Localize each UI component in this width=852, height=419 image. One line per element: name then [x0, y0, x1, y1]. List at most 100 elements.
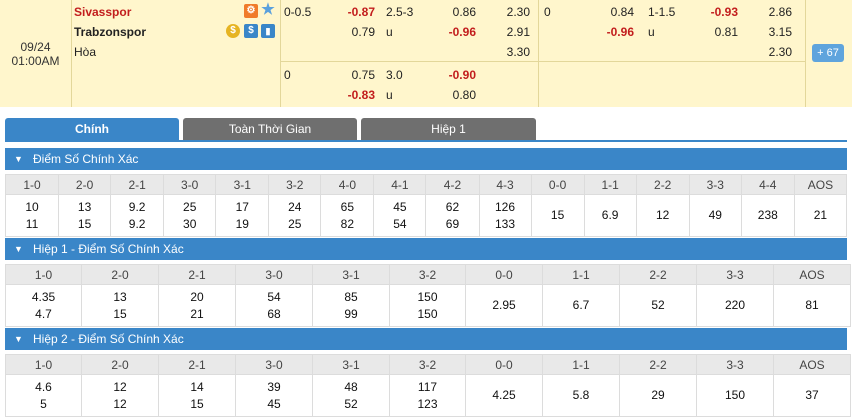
score-odds-cell: 15 [530, 194, 585, 237]
away-team-name[interactable]: Trabzonspor [74, 25, 146, 39]
score-odds[interactable]: 15 [532, 207, 584, 224]
score-odds-cell: 126 133 [478, 194, 532, 237]
under-odds-alt[interactable]: 0.80 [430, 88, 476, 102]
away-score-odds[interactable]: 133 [480, 216, 531, 233]
under-odds[interactable]: -0.96 [430, 25, 476, 39]
more-markets-badge[interactable]: + 67 [812, 44, 844, 62]
star-icon[interactable]: ★ [261, 2, 275, 17]
chevron-down-icon[interactable]: ▼ [14, 148, 23, 170]
h1-away-win-odds[interactable]: 3.15 [752, 25, 792, 39]
away-score-odds[interactable]: 54 [374, 216, 425, 233]
home-score-odds[interactable]: 20 [159, 289, 235, 306]
score-odds[interactable]: 6.7 [543, 297, 619, 314]
section-header[interactable]: ▼ Hiệp 1 - Điểm Số Chính Xác [5, 238, 847, 260]
score-label: 4-0 [320, 174, 375, 195]
away-score-odds[interactable]: 68 [236, 306, 312, 323]
h1-handicap-away-odds[interactable]: -0.96 [590, 25, 634, 39]
score-odds[interactable]: 21 [795, 207, 846, 224]
h1-draw-odds[interactable]: 2.30 [752, 45, 792, 59]
draw-odds[interactable]: 3.30 [490, 45, 530, 59]
score-odds[interactable]: 37 [774, 387, 850, 404]
home-score-odds[interactable]: 10 [6, 199, 58, 216]
away-score-odds[interactable]: 45 [236, 396, 312, 413]
score-odds[interactable]: 220 [697, 297, 773, 314]
chevron-down-icon[interactable]: ▼ [14, 328, 23, 350]
h1-handicap-home-odds[interactable]: 0.84 [590, 5, 634, 19]
home-score-odds[interactable]: 13 [82, 289, 158, 306]
away-score-odds[interactable]: 19 [216, 216, 268, 233]
score-odds[interactable]: 49 [690, 207, 741, 224]
home-win-odds[interactable]: 2.30 [490, 5, 530, 19]
score-odds[interactable]: 5.8 [543, 387, 619, 404]
handicap-home-odds-alt[interactable]: 0.75 [330, 68, 375, 82]
h1-under-odds[interactable]: 0.81 [694, 25, 738, 39]
score-label: 3-1 [312, 354, 390, 375]
score-odds[interactable]: 238 [742, 207, 794, 224]
handicap-away-odds[interactable]: 0.79 [330, 25, 375, 39]
home-score-odds[interactable]: 150 [390, 289, 465, 306]
home-score-odds[interactable]: 12 [82, 379, 158, 396]
home-score-odds[interactable]: 14 [159, 379, 235, 396]
score-odds[interactable]: 52 [620, 297, 696, 314]
away-score-odds[interactable]: 123 [390, 396, 465, 413]
score-odds[interactable]: 81 [774, 297, 850, 314]
score-odds[interactable]: 29 [620, 387, 696, 404]
home-score-odds[interactable]: 13 [59, 199, 110, 216]
over-odds-alt[interactable]: -0.90 [430, 68, 476, 82]
away-score-odds[interactable]: 99 [313, 306, 389, 323]
handicap-home-odds[interactable]: -0.87 [330, 5, 375, 19]
home-score-odds[interactable]: 54 [236, 289, 312, 306]
score-odds[interactable]: 12 [637, 207, 689, 224]
tab-main[interactable]: Chính [5, 118, 179, 140]
away-score-odds[interactable]: 15 [82, 306, 158, 323]
home-score-odds[interactable]: 25 [164, 199, 215, 216]
away-win-odds[interactable]: 2.91 [490, 25, 530, 39]
money-icon[interactable]: $ [226, 24, 240, 38]
home-score-odds[interactable]: 126 [480, 199, 531, 216]
home-score-odds[interactable]: 48 [313, 379, 389, 396]
away-score-odds[interactable]: 25 [269, 216, 320, 233]
home-score-odds[interactable]: 39 [236, 379, 312, 396]
home-score-odds[interactable]: 45 [374, 199, 425, 216]
section-header[interactable]: ▼ Hiệp 2 - Điểm Số Chính Xác [5, 328, 847, 350]
home-score-odds[interactable]: 4.35 [6, 289, 81, 306]
home-score-odds[interactable]: 85 [313, 289, 389, 306]
away-score-odds[interactable]: 15 [59, 216, 110, 233]
away-score-odds[interactable]: 82 [321, 216, 373, 233]
h1-over-odds[interactable]: -0.93 [694, 5, 738, 19]
home-score-odds[interactable]: 62 [426, 199, 478, 216]
over-odds[interactable]: 0.86 [430, 5, 476, 19]
home-score-odds[interactable]: 65 [321, 199, 373, 216]
home-score-odds[interactable]: 24 [269, 199, 320, 216]
away-score-odds[interactable]: 5 [6, 396, 81, 413]
away-score-odds[interactable]: 21 [159, 306, 235, 323]
handicap-away-odds-alt[interactable]: -0.83 [330, 88, 375, 102]
away-score-odds[interactable]: 69 [426, 216, 478, 233]
tab-full-time[interactable]: Toàn Thời Gian [183, 118, 357, 140]
dollar-icon[interactable]: $ [244, 24, 258, 38]
away-score-odds[interactable]: 150 [390, 306, 465, 323]
away-score-odds[interactable]: 4.7 [6, 306, 81, 323]
score-odds[interactable]: 150 [697, 387, 773, 404]
home-score-odds[interactable]: 4.6 [6, 379, 81, 396]
h1-home-win-odds[interactable]: 2.86 [752, 5, 792, 19]
score-label: 2-0 [81, 354, 159, 375]
chevron-down-icon[interactable]: ▼ [14, 238, 23, 260]
home-score-odds[interactable]: 17 [216, 199, 268, 216]
tab-first-half[interactable]: Hiệp 1 [361, 118, 536, 140]
away-score-odds[interactable]: 52 [313, 396, 389, 413]
away-score-odds[interactable]: 30 [164, 216, 215, 233]
score-odds[interactable]: 6.9 [585, 207, 636, 224]
away-score-odds[interactable]: 9.2 [111, 216, 163, 233]
bar-chart-icon[interactable]: ▮ [261, 24, 275, 38]
score-odds[interactable]: 4.25 [466, 387, 542, 404]
away-score-odds[interactable]: 12 [82, 396, 158, 413]
home-score-odds[interactable]: 117 [390, 379, 465, 396]
home-score-odds[interactable]: 9.2 [111, 199, 163, 216]
away-score-odds[interactable]: 15 [159, 396, 235, 413]
home-team-name[interactable]: Sivasspor [74, 5, 131, 19]
away-score-odds[interactable]: 11 [6, 216, 58, 233]
section-header[interactable]: ▼ Điểm Số Chính Xác [5, 148, 847, 170]
stats-icon[interactable]: ⚙ [244, 4, 258, 18]
score-odds[interactable]: 2.95 [466, 297, 542, 314]
